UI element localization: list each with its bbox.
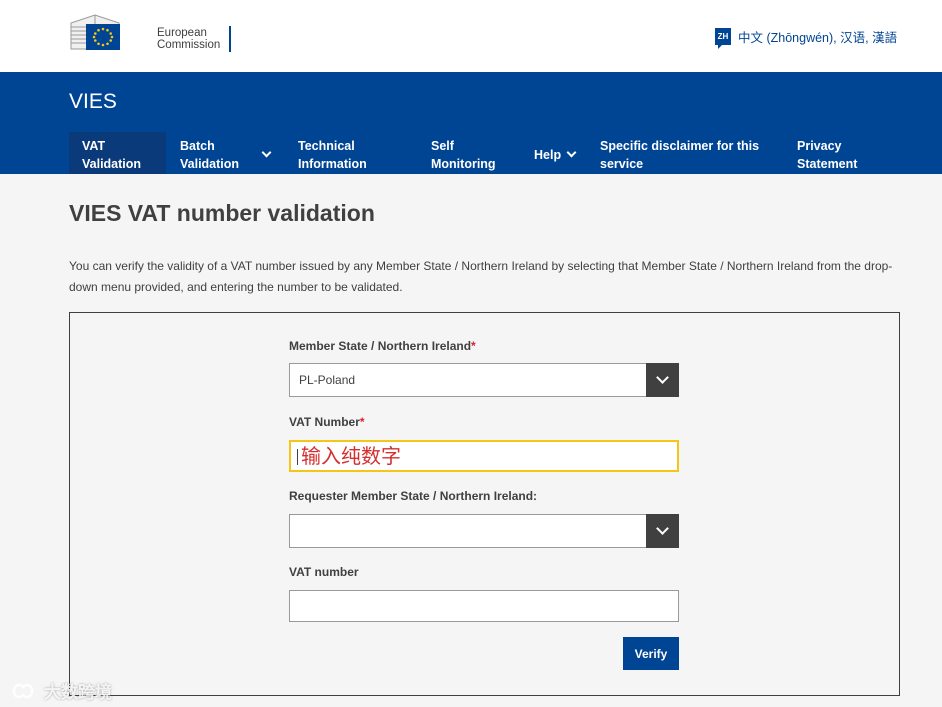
- nav-label-line1: Specific disclaimer for this: [600, 138, 760, 153]
- member-state-select[interactable]: PL-Poland: [289, 363, 679, 397]
- nav-item-privacy-statement[interactable]: Privacy Statement: [797, 132, 897, 174]
- logo-text: European Commission: [157, 27, 220, 51]
- vat-number-input[interactable]: 输入纯数字: [289, 440, 679, 472]
- vat-number-label-text: VAT Number: [289, 415, 360, 429]
- site-title[interactable]: VIES: [69, 90, 117, 114]
- nav-label-line1: Privacy: [797, 138, 842, 153]
- vat-number-ime-hint: 输入纯数字: [301, 446, 401, 468]
- required-mark: *: [359, 415, 365, 429]
- text-caret: [297, 449, 298, 465]
- member-state-dropdown-button[interactable]: [646, 363, 679, 397]
- nav-item-batch-validation[interactable]: Batch Validation: [180, 132, 290, 174]
- nav-label-line2: Monitoring: [431, 156, 496, 171]
- vat-number-label: VAT Number*: [289, 415, 365, 429]
- chevron-down-icon: [261, 147, 272, 158]
- watermark-text: 大数跨境: [44, 683, 112, 702]
- requester-vat-input[interactable]: [289, 590, 679, 622]
- european-commission-logo[interactable]: European Commission: [69, 10, 231, 52]
- nav-label-line1: Self: [431, 138, 454, 153]
- chevron-down-icon: [656, 371, 669, 384]
- watermark-logo-icon: [12, 683, 34, 698]
- nav-label-line2: Validation: [82, 156, 142, 171]
- logo-divider: [229, 26, 231, 52]
- nav-item-help[interactable]: Help: [534, 132, 594, 174]
- site-header: VIES VAT Validation Batch Validation Techn…: [0, 72, 942, 174]
- top-bar: European Commission ZH 中文 (Zhōngwén), 汉语…: [0, 0, 942, 72]
- language-badge-text: ZH: [717, 32, 729, 41]
- requester-state-select[interactable]: [289, 514, 679, 548]
- nav-label-line2: Validation: [180, 156, 240, 171]
- nav-label-line2: service: [600, 156, 644, 171]
- requester-state-label: Requester Member State / Northern Irelan…: [289, 489, 538, 503]
- verify-button[interactable]: Verify: [623, 637, 679, 670]
- nav-item-technical-information[interactable]: Technical Information: [298, 132, 408, 174]
- nav-label-line1: Technical: [298, 138, 355, 153]
- nav-item-specific-disclaimer[interactable]: Specific disclaimer for this service: [600, 132, 780, 174]
- logo-line-1: European: [157, 27, 207, 39]
- nav-item-self-monitoring[interactable]: Self Monitoring: [431, 132, 521, 174]
- requester-state-dropdown-button[interactable]: [646, 514, 679, 548]
- required-mark: *: [471, 339, 476, 353]
- chevron-down-icon: [656, 522, 669, 535]
- language-label: 中文 (Zhōngwén), 汉语, 漢語: [738, 31, 898, 45]
- nav-label-line1: VAT: [82, 138, 106, 153]
- member-state-label-text: Member State / Northern Ireland: [289, 339, 472, 353]
- chevron-down-icon: [566, 147, 577, 158]
- member-state-value: PL-Poland: [299, 373, 356, 387]
- page-title: VIES VAT number validation: [69, 200, 375, 226]
- language-icon: ZH: [715, 28, 731, 49]
- member-state-label: Member State / Northern Ireland*: [289, 339, 476, 353]
- language-selector[interactable]: ZH 中文 (Zhōngwén), 汉语, 漢語: [715, 27, 898, 49]
- nav-label-line2: Information: [298, 156, 367, 171]
- eu-flag-icon: [86, 24, 120, 50]
- nav-item-vat-validation[interactable]: VAT Validation: [69, 132, 166, 174]
- nav-label-line2: Statement: [797, 156, 858, 171]
- logo-line-2: Commission: [157, 39, 221, 51]
- watermark: 大数跨境: [8, 678, 112, 703]
- nav-label-line1: Batch: [180, 138, 215, 153]
- requester-vat-label: VAT number: [289, 565, 359, 579]
- intro-text: You can verify the validity of a VAT num…: [69, 259, 893, 294]
- nav-label-help: Help: [534, 147, 562, 162]
